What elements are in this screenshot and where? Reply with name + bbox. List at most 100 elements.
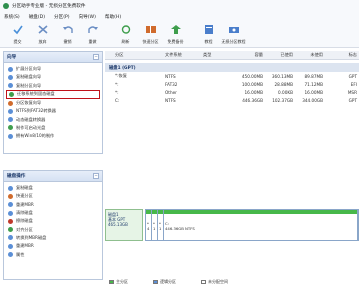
legend-swatch-icon: [201, 279, 206, 284]
item-label: NTFS到FAT32转换器: [16, 108, 56, 114]
disk-item[interactable]: 转换到MBR磁盘: [6, 234, 100, 242]
item-icon: [8, 125, 13, 131]
title-bar: 分区助手专业版 - 无损分区免费软件: [0, 0, 359, 12]
wizard-item[interactable]: 扩展分区向导: [6, 65, 100, 73]
wizard-item[interactable]: 分区恢复向导: [6, 99, 100, 107]
col-used[interactable]: 已使用: [267, 52, 297, 58]
table-row[interactable]: C: NTFS 446.36GB 102.37GB 344.00GB GPT: [105, 97, 359, 105]
item-icon: [8, 243, 13, 249]
wizard-item[interactable]: 复制磁盘向导: [6, 73, 100, 81]
toolbar-label: 快速分区: [142, 39, 159, 44]
toolbar-undo-button[interactable]: 撤销: [55, 22, 80, 46]
wizard-item[interactable]: 动态磁盘转换器: [6, 115, 100, 123]
menu-partition[interactable]: 分区(P): [54, 14, 70, 20]
cell-capacity: 100.00MB: [241, 81, 263, 87]
disk-ops-list: 复制磁盘 快速分区 重建MBR 清除磁盘 擦除磁盘 对齐分区 转换到MBR磁盘 重建MBR 属性: [4, 182, 102, 261]
item-label: 制作可启动光盘: [16, 124, 46, 130]
toolbar-label: 提交: [13, 39, 22, 44]
cell-free: 344.00GB: [302, 98, 323, 104]
toolbar-lossless-tutorial-button[interactable]: 无损分区教程: [221, 22, 246, 46]
menu-bar: 系统(S) 磁盘(D) 分区(P) 向导(W) 帮助(H): [0, 12, 359, 22]
wizard-item[interactable]: 制作可启动光盘: [6, 124, 100, 132]
cell-capacity: 450.00MB: [241, 73, 263, 79]
item-label: 拥有Win8/10的制作: [16, 133, 55, 139]
toolbar-refresh-button[interactable]: 刷新: [113, 22, 138, 46]
disk-item[interactable]: 重建MBR: [6, 242, 100, 250]
item-icon: [8, 202, 13, 208]
item-label: 动态磁盘转换器: [16, 116, 46, 122]
table-row[interactable]: *:恢复 NTFS 450.00MB 360.13MB 89.87MB GPT: [105, 72, 359, 80]
legend-swatch-icon: [109, 279, 114, 284]
legend-swatch-icon: [153, 279, 158, 284]
col-flag[interactable]: 标志: [327, 52, 359, 58]
menu-wizard[interactable]: 向导(W): [79, 14, 96, 20]
legend-label: 主分区: [116, 278, 128, 284]
table-row[interactable]: *: Other 16.00MB 0.00KB 16.00MB MSR: [105, 88, 359, 96]
item-label: 清除磁盘: [16, 210, 33, 216]
toolbar-discard-button[interactable]: 放弃: [30, 22, 55, 46]
wizard-panel-title: 向导: [7, 55, 17, 60]
legend: 主分区 逻辑分区 未分配空间: [105, 277, 359, 286]
col-filesystem[interactable]: 文件系统: [165, 52, 203, 58]
cell-flag: MSR: [347, 89, 357, 95]
disk-size: 465.13GB: [108, 222, 128, 227]
cell-used: 28.88MB: [274, 81, 293, 87]
toolbar-tutorial-button[interactable]: 教程: [196, 22, 221, 46]
toolbar-redo-button[interactable]: 重做: [80, 22, 105, 46]
col-type[interactable]: 类型: [203, 52, 237, 58]
disk-item[interactable]: 属性: [6, 250, 100, 258]
collapse-icon[interactable]: −: [93, 173, 99, 179]
cell-flag: GPT: [348, 98, 357, 104]
item-label: 扩展分区向导: [16, 66, 42, 72]
disk-item[interactable]: 重建MBR: [6, 201, 100, 209]
partition-block[interactable]: C: 446.36GB NTFS: [164, 210, 358, 240]
item-icon: [8, 185, 13, 191]
discard-icon: [37, 24, 49, 37]
app-logo-icon: [3, 3, 9, 9]
col-capacity[interactable]: 容量: [237, 52, 267, 58]
partition-block-size: 1: [153, 226, 156, 231]
menu-system[interactable]: 系统(S): [4, 14, 20, 20]
disk-item[interactable]: 擦除磁盘: [6, 217, 100, 225]
window-title: 分区助手专业版 - 无损分区免费软件: [12, 4, 86, 9]
cell-name: *:: [115, 89, 119, 95]
toolbar-submit-button[interactable]: 提交: [5, 22, 30, 46]
legend-label: 逻辑分区: [160, 278, 176, 284]
cell-free: 16.00MB: [304, 89, 323, 95]
redo-icon: [87, 24, 99, 37]
menu-help[interactable]: 帮助(H): [105, 14, 121, 20]
partition-block-size: 446.36GB NTFS: [165, 226, 195, 231]
cell-fs: NTFS: [165, 73, 176, 79]
disk-item[interactable]: 清除磁盘: [6, 209, 100, 217]
menu-disk[interactable]: 磁盘(D): [29, 14, 45, 20]
disk-item[interactable]: 对齐分区: [6, 225, 100, 233]
toolbar-backup-button[interactable]: 免费备份: [163, 22, 188, 46]
item-icon: [8, 193, 13, 199]
table-header: 分区 文件系统 类型 容量 已使用 未使用 标志: [105, 51, 359, 60]
col-partition[interactable]: 分区: [105, 52, 165, 58]
toolbar-label: 撤销: [63, 39, 72, 44]
col-free[interactable]: 未使用: [297, 52, 327, 58]
cell-fs: NTFS: [165, 98, 176, 104]
wizard-item[interactable]: 复制分区向导: [6, 82, 100, 90]
tutorial-icon: [203, 24, 215, 37]
wizard-item[interactable]: 拥有Win8/10的制作: [6, 132, 100, 140]
disk-item[interactable]: 复制磁盘: [6, 184, 100, 192]
item-icon: [8, 83, 13, 89]
disk-item[interactable]: 快速分区: [6, 192, 100, 200]
disk-group-row[interactable]: 磁盘1 (GPT): [105, 63, 359, 72]
collapse-icon[interactable]: −: [93, 54, 99, 60]
item-icon: [9, 91, 14, 97]
cell-fs: FAT32: [165, 81, 178, 87]
wizard-panel: 向导 − 扩展分区向导 复制磁盘向导 复制分区向导 迁移系统到固态磁盘 分区恢复向导 NT…: [3, 51, 103, 154]
disk-info-box[interactable]: 磁盘1 基本 GPT 465.13GB: [105, 209, 143, 241]
cell-used: 102.37GB: [272, 98, 293, 104]
cell-name: *:恢复: [115, 73, 127, 79]
disk-ops-panel-title: 磁盘操作: [7, 174, 26, 179]
wizard-item[interactable]: NTFS到FAT32转换器: [6, 107, 100, 115]
item-icon: [8, 108, 13, 114]
toolbar-quick-partition-button[interactable]: 快速分区: [138, 22, 163, 46]
table-row[interactable]: *: FAT32 100.00MB 28.88MB 71.12MB EFI: [105, 80, 359, 88]
wizard-item[interactable]: 迁移系统到固态磁盘: [6, 89, 100, 99]
partition-view: 分区 文件系统 类型 容量 已使用 未使用 标志 磁盘1 (GPT) *:恢复 N…: [105, 51, 359, 283]
